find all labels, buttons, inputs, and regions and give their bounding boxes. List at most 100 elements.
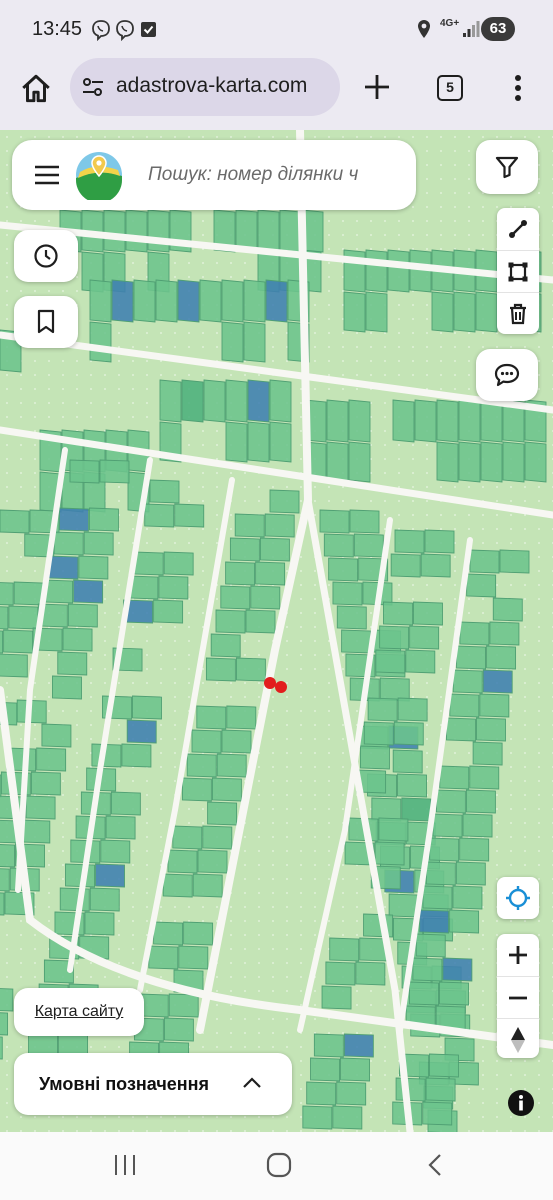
land-parcel[interactable]	[0, 988, 14, 1012]
land-parcel[interactable]	[89, 279, 112, 323]
land-parcel[interactable]	[365, 291, 388, 333]
land-parcel[interactable]	[229, 537, 260, 562]
land-parcel[interactable]	[13, 581, 44, 606]
land-parcel[interactable]	[310, 1057, 340, 1082]
land-parcel[interactable]	[172, 825, 203, 850]
land-parcel[interactable]	[378, 817, 409, 842]
land-parcel[interactable]	[363, 721, 394, 746]
land-parcel[interactable]	[88, 507, 119, 532]
land-parcel[interactable]	[455, 861, 486, 886]
land-parcel[interactable]	[257, 209, 280, 253]
land-parcel[interactable]	[105, 815, 136, 840]
land-parcel[interactable]	[419, 909, 450, 934]
land-parcel[interactable]	[436, 399, 459, 443]
land-parcel[interactable]	[428, 1053, 459, 1078]
land-parcel[interactable]	[52, 675, 82, 700]
land-parcel[interactable]	[245, 609, 276, 634]
land-parcel[interactable]	[449, 693, 480, 718]
land-parcel[interactable]	[397, 773, 427, 798]
land-parcel[interactable]	[387, 249, 410, 293]
land-parcel[interactable]	[449, 909, 480, 934]
land-parcel[interactable]	[196, 705, 227, 730]
land-parcel[interactable]	[78, 555, 109, 580]
land-parcel[interactable]	[524, 441, 547, 483]
land-parcel[interactable]	[221, 321, 244, 363]
land-parcel[interactable]	[103, 209, 126, 253]
land-parcel[interactable]	[125, 209, 148, 253]
land-parcel[interactable]	[367, 697, 398, 722]
chat-button[interactable]	[476, 349, 538, 401]
land-parcel[interactable]	[62, 627, 93, 652]
land-parcel[interactable]	[99, 459, 130, 484]
land-parcel[interactable]	[479, 693, 510, 718]
info-button[interactable]	[505, 1087, 537, 1119]
land-parcel[interactable]	[319, 509, 350, 534]
land-parcel[interactable]	[133, 551, 164, 576]
land-parcel[interactable]	[422, 885, 453, 910]
land-parcel[interactable]	[234, 513, 265, 538]
land-parcel[interactable]	[306, 1081, 337, 1106]
land-parcel[interactable]	[480, 441, 503, 483]
tab-switcher-button[interactable]: 5	[437, 75, 463, 101]
land-parcel[interactable]	[397, 697, 428, 722]
legend-toggle[interactable]: Умовні позначення	[14, 1053, 292, 1115]
land-parcel[interactable]	[149, 479, 180, 504]
land-parcel[interactable]	[325, 961, 356, 986]
land-parcel[interactable]	[442, 957, 473, 982]
land-parcel[interactable]	[133, 279, 156, 323]
zoom-out-button[interactable]	[497, 976, 539, 1018]
land-parcel[interactable]	[425, 861, 456, 886]
land-parcel[interactable]	[0, 1012, 9, 1036]
land-parcel[interactable]	[359, 745, 390, 770]
land-parcel[interactable]	[326, 441, 349, 483]
land-parcel[interactable]	[264, 513, 295, 538]
land-parcel[interactable]	[329, 937, 360, 962]
measure-line-button[interactable]	[497, 208, 539, 250]
land-parcel[interactable]	[432, 813, 463, 838]
measure-area-button[interactable]	[497, 250, 539, 292]
land-parcel[interactable]	[279, 209, 302, 253]
land-parcel[interactable]	[435, 789, 466, 814]
land-parcel[interactable]	[395, 1077, 426, 1102]
land-parcel[interactable]	[191, 729, 222, 754]
land-parcel[interactable]	[168, 993, 199, 1018]
land-parcel[interactable]	[269, 421, 292, 463]
land-parcel[interactable]	[379, 625, 410, 650]
land-parcel[interactable]	[100, 839, 131, 864]
land-parcel[interactable]	[336, 605, 367, 630]
land-parcel[interactable]	[414, 399, 437, 443]
land-parcel[interactable]	[0, 892, 5, 916]
land-parcel[interactable]	[375, 649, 406, 674]
land-parcel[interactable]	[155, 279, 178, 323]
land-parcel[interactable]	[323, 533, 354, 558]
land-parcel[interactable]	[153, 599, 184, 624]
land-parcel[interactable]	[436, 441, 459, 483]
land-parcel[interactable]	[20, 819, 51, 844]
land-parcel[interactable]	[394, 529, 425, 554]
land-parcel[interactable]	[453, 291, 476, 333]
land-parcel[interactable]	[393, 721, 424, 746]
land-parcel[interactable]	[469, 765, 500, 790]
land-parcel[interactable]	[328, 557, 359, 582]
land-parcel[interactable]	[243, 321, 266, 363]
land-parcel[interactable]	[413, 601, 443, 626]
land-parcel[interactable]	[469, 549, 500, 574]
land-parcel[interactable]	[458, 399, 481, 443]
land-parcel[interactable]	[67, 603, 98, 628]
land-parcel[interactable]	[83, 531, 114, 556]
land-parcel[interactable]	[383, 601, 413, 626]
land-parcel[interactable]	[409, 981, 439, 1006]
land-parcel[interactable]	[348, 399, 371, 443]
land-parcel[interactable]	[216, 753, 247, 778]
land-parcel[interactable]	[205, 657, 236, 682]
land-parcel[interactable]	[178, 945, 209, 970]
land-parcel[interactable]	[472, 741, 503, 766]
land-parcel[interactable]	[8, 605, 39, 630]
land-parcel[interactable]	[480, 399, 503, 443]
land-parcel[interactable]	[462, 813, 493, 838]
land-parcel[interactable]	[0, 606, 9, 630]
land-parcel[interactable]	[439, 765, 470, 790]
land-parcel[interactable]	[181, 379, 204, 423]
land-parcel[interactable]	[422, 1101, 453, 1126]
delete-drawing-button[interactable]	[497, 292, 539, 334]
